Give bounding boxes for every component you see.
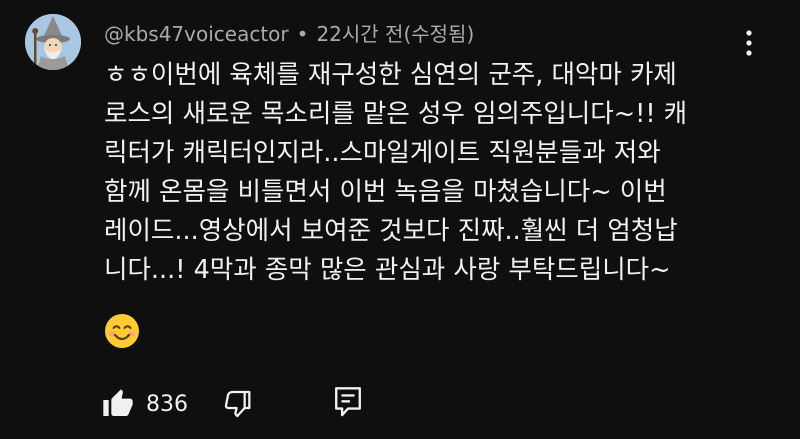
dislike-button[interactable] bbox=[218, 384, 258, 424]
more-vert-icon bbox=[746, 30, 752, 56]
comment-text-line: 로스의 새로운 목소리를 맡은 성우 임의주입니다~!! 캐 bbox=[104, 99, 688, 129]
comment-text: ㅎㅎ이번에 육체를 재구성한 심연의 군주, 대악마 카제 로스의 새로운 목소… bbox=[104, 56, 744, 290]
thumb-down-icon bbox=[224, 390, 251, 418]
comment-text-line: 릭터가 캐릭터인지라..스마일게이트 직원분들과 저와 bbox=[104, 138, 661, 168]
reply-button[interactable] bbox=[328, 382, 368, 422]
reply-comment-icon bbox=[335, 387, 361, 417]
avatar-image bbox=[25, 14, 81, 70]
avatar[interactable] bbox=[25, 14, 81, 70]
comment-timestamp[interactable]: 22시간 전(수정됨) bbox=[316, 22, 474, 46]
comment-text-line: ㅎㅎ이번에 육체를 재구성한 심연의 군주, 대악마 카제 bbox=[104, 60, 677, 90]
smiling-face-emoji bbox=[104, 313, 140, 349]
like-count: 836 bbox=[146, 391, 188, 417]
comment-menu-button[interactable] bbox=[732, 26, 766, 60]
comment-text-line: 함께 온몸을 비틀면서 이번 녹음을 마쳤습니다~ 이번 bbox=[104, 177, 667, 207]
comment-text-line: 니다...! 4막과 종막 많은 관심과 사랑 부탁드립니다~ bbox=[104, 255, 671, 285]
like-button[interactable]: 836 bbox=[102, 384, 188, 424]
separator-dot: • bbox=[296, 22, 309, 46]
author-name[interactable]: @kbs47voiceactor bbox=[104, 22, 289, 46]
comment-card: @kbs47voiceactor • 22시간 전(수정됨) ㅎㅎ이번에 육체를 재… bbox=[0, 0, 800, 439]
comment-text-line: 레이드...영상에서 보여준 것보다 진짜..훨씬 더 엄청납 bbox=[104, 216, 678, 246]
thumb-up-icon bbox=[103, 389, 133, 416]
comment-header: @kbs47voiceactor • 22시간 전(수정됨) bbox=[104, 20, 474, 48]
